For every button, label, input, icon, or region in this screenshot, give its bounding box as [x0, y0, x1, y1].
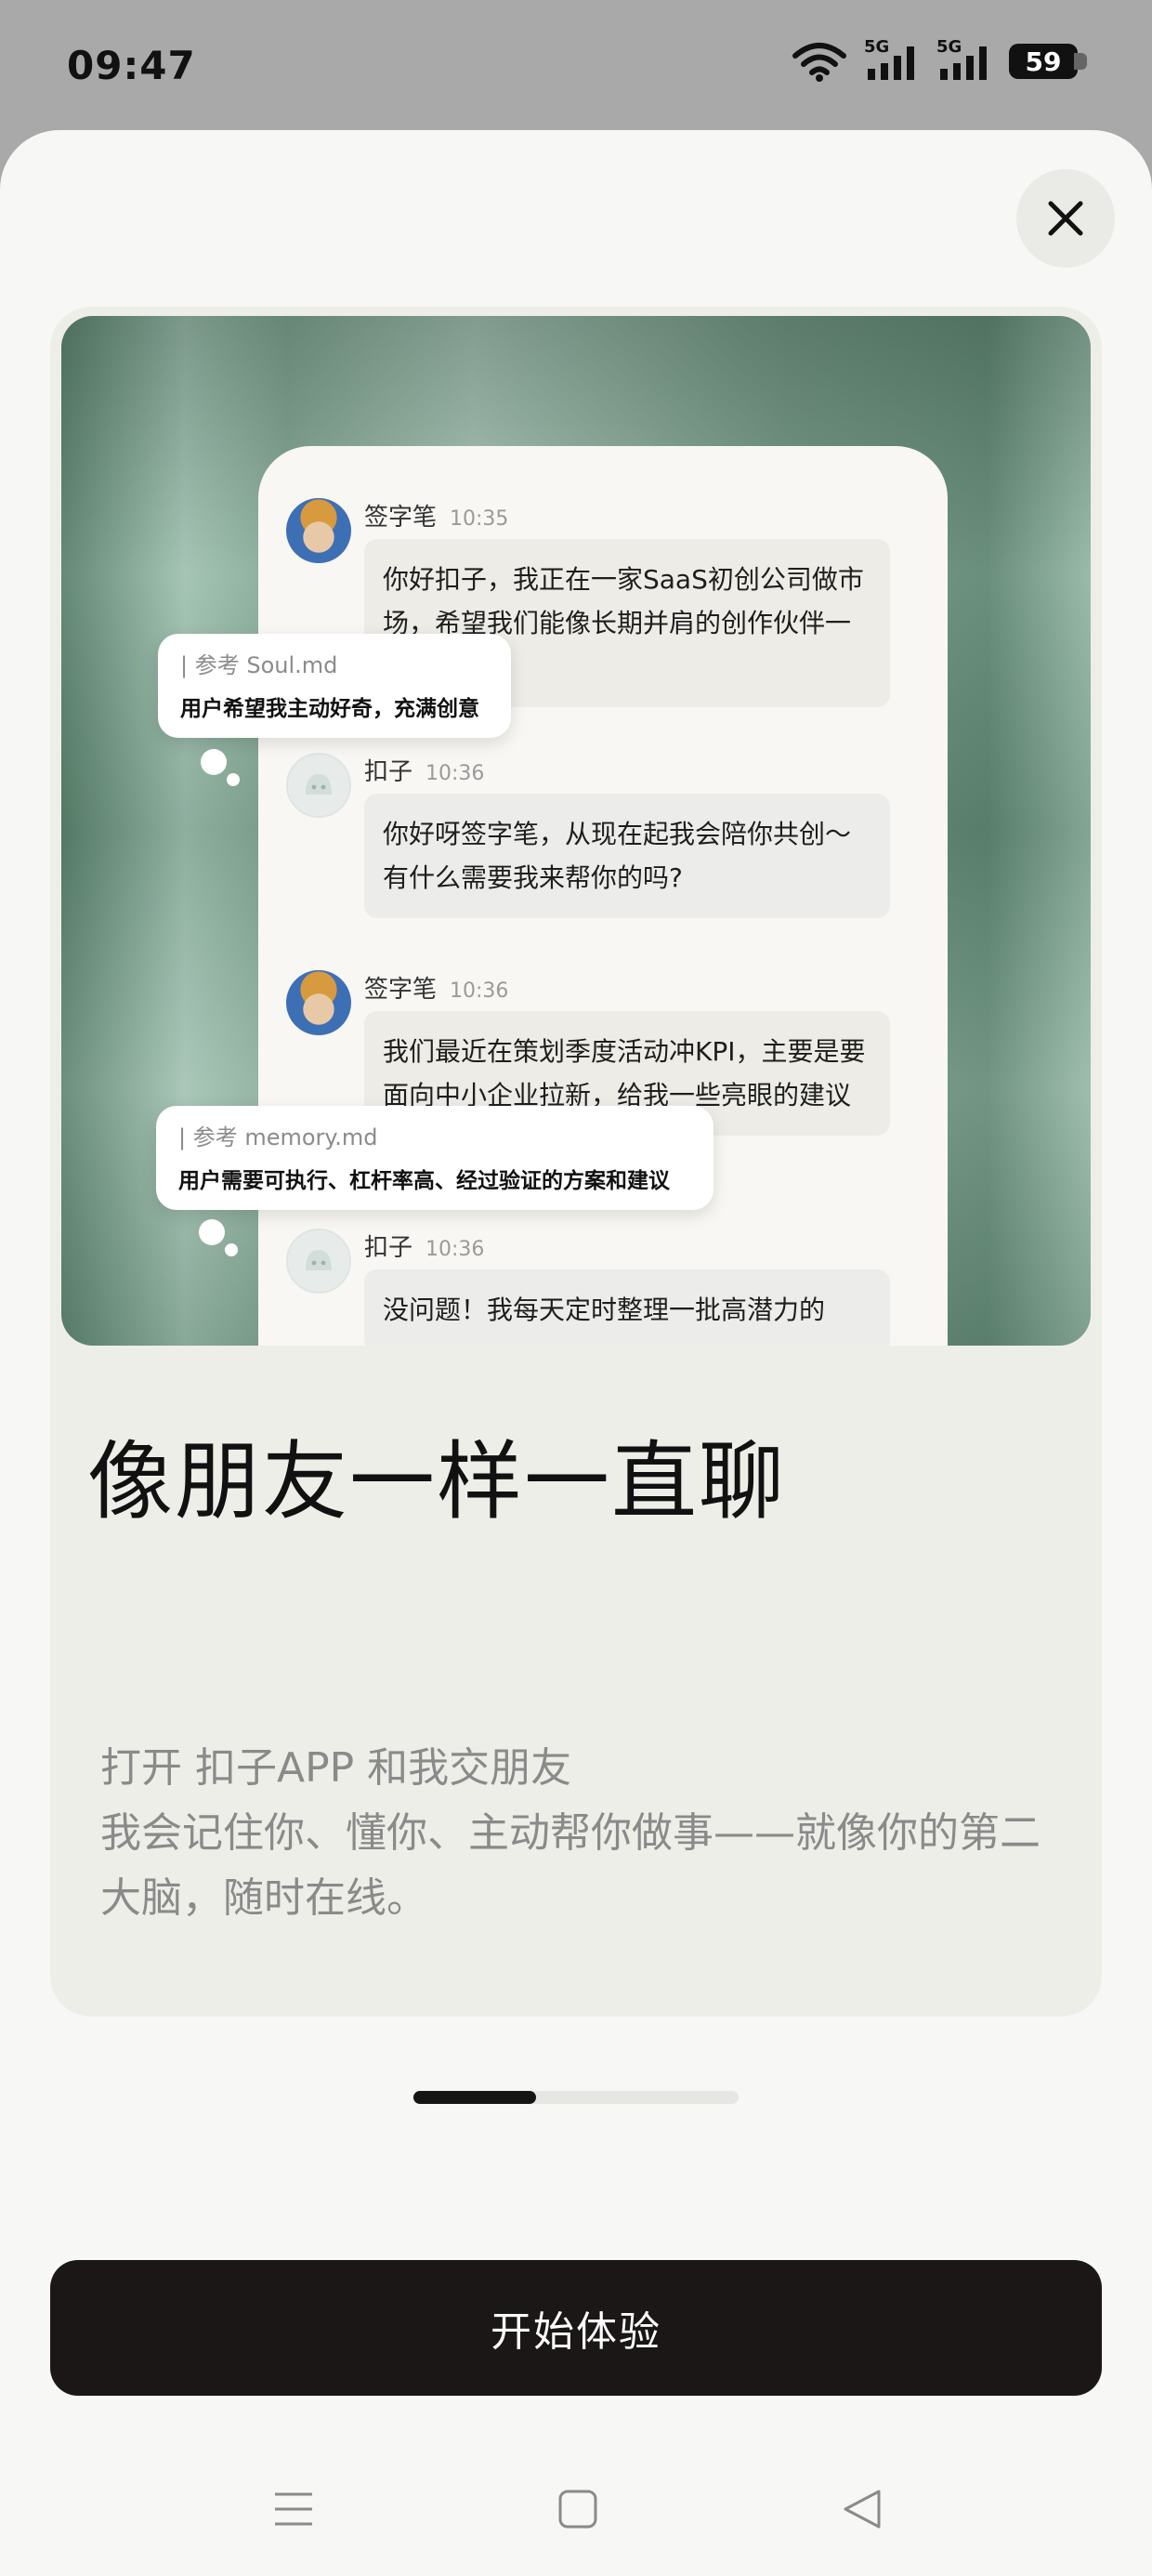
message-time: 10:36: [450, 979, 509, 1003]
message-header: 签字笔 10:36: [364, 970, 508, 1005]
status-bar: 09:47 5G 5G 59: [0, 0, 1152, 130]
thought-dot: [227, 773, 240, 786]
user-avatar: [286, 498, 351, 563]
message-time: 10:35: [450, 507, 509, 531]
chat-message: 扣子 10:36 没问题！我每天定时整理一批高潜力的: [286, 1229, 918, 1346]
home-icon: [558, 2490, 597, 2529]
start-experience-button[interactable]: 开始体验: [50, 2260, 1102, 2396]
note-reference: | 参考 memory.md: [178, 1124, 378, 1150]
bot-icon: [306, 774, 332, 795]
message-time: 10:36: [425, 762, 485, 785]
message-bubble: 没问题！我每天定时整理一批高潜力的: [364, 1269, 890, 1346]
message-bubble: 你好呀签字笔，从现在起我会陪你共创～有什么需要我来帮你的吗?: [364, 794, 890, 918]
phone-mockup: 签字笔 10:35 你好扣子，我正在一家SaaS初创公司做市场，希望我们能像长期并…: [258, 446, 948, 1346]
message-header: 扣子 10:36: [364, 753, 484, 787]
thought-dot: [225, 1243, 238, 1256]
close-button[interactable]: [1016, 169, 1115, 268]
system-navigation-bar: [0, 2453, 1152, 2556]
wifi-icon: [792, 43, 846, 82]
back-button[interactable]: [834, 2481, 890, 2537]
signal-icon: [940, 46, 987, 80]
status-icons: 5G 5G 59: [792, 37, 1087, 82]
page-indicator-active: [413, 2091, 536, 2104]
signal-5g-2: 5G: [936, 37, 992, 82]
description-line: 我会记住你、懂你、主动帮你做事——就像你的第二大脑，随时在线。: [100, 1809, 1041, 1922]
memory-note: | 参考 Soul.md 用户希望我主动好奇，充满创意: [158, 634, 511, 738]
chat-message: 扣子 10:36 你好呀签字笔，从现在起我会陪你共创～有什么需要我来帮你的吗?: [286, 753, 918, 939]
sender-name: 签字笔: [364, 976, 438, 1004]
memory-note: | 参考 memory.md 用户需要可执行、杠杆率高、经过验证的方案和建议: [156, 1106, 713, 1210]
chat-preview-illustration: 签字笔 10:35 你好扣子，我正在一家SaaS初创公司做市场，希望我们能像长期并…: [61, 316, 1091, 1346]
bot-avatar: [286, 1229, 351, 1294]
battery-icon: 59: [1009, 44, 1087, 79]
sender-name: 签字笔: [364, 504, 438, 532]
status-time: 09:47: [67, 43, 196, 88]
back-icon: [844, 2490, 881, 2529]
thought-dot: [199, 1219, 225, 1245]
sender-name: 扣子: [364, 1234, 413, 1262]
close-icon: [1048, 201, 1083, 236]
feature-card: 签字笔 10:35 你好扣子，我正在一家SaaS初创公司做市场，希望我们能像长期并…: [50, 307, 1102, 2017]
note-text: 用户希望我主动好奇，充满创意: [180, 697, 479, 721]
feature-title: 像朋友一样一直聊: [87, 1432, 787, 1531]
page-indicator: [413, 2091, 739, 2104]
description-line: 打开 扣子APP 和我交朋友: [100, 1744, 572, 1792]
signal-icon: [868, 46, 914, 80]
menu-button[interactable]: [266, 2481, 321, 2537]
message-header: 签字笔 10:35: [364, 498, 508, 532]
message-header: 扣子 10:36: [364, 1229, 484, 1263]
note-reference: | 参考 Soul.md: [180, 652, 338, 678]
sender-name: 扣子: [364, 758, 413, 786]
thought-dot: [201, 749, 227, 775]
bot-icon: [306, 1250, 332, 1270]
signal-5g-1: 5G: [864, 37, 920, 82]
feature-description: 打开 扣子APP 和我交朋友 我会记住你、懂你、主动帮你做事——就像你的第二大脑…: [100, 1736, 1067, 1931]
bot-avatar: [286, 753, 351, 818]
home-button[interactable]: [550, 2481, 606, 2537]
message-time: 10:36: [425, 1238, 485, 1261]
battery-level: 59: [1025, 46, 1062, 77]
menu-icon: [275, 2492, 312, 2526]
user-avatar: [286, 970, 351, 1035]
note-text: 用户需要可执行、杠杆率高、经过验证的方案和建议: [178, 1169, 670, 1193]
